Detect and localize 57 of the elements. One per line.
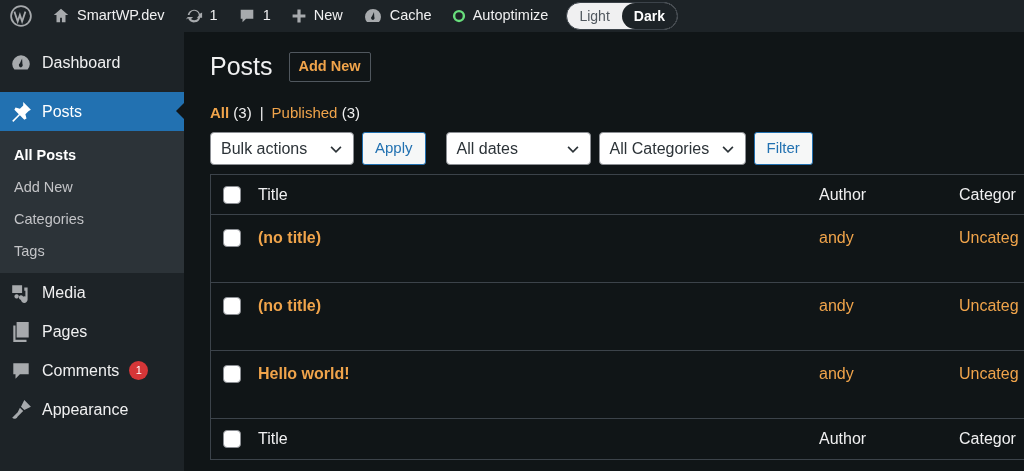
home-icon <box>52 7 70 25</box>
column-header: Title <box>258 184 288 205</box>
plus-icon <box>290 8 307 24</box>
post-title-link[interactable]: (no title) <box>258 294 322 318</box>
category-link[interactable]: Uncateg <box>959 294 1024 318</box>
theme-option[interactable]: Dark <box>621 3 677 29</box>
comments-count[interactable]: 1 <box>262 5 271 27</box>
author-link[interactable]: andy <box>819 294 959 318</box>
add-new-button[interactable]: Add New <box>288 51 371 82</box>
checkbox[interactable] <box>223 365 241 383</box>
checkbox[interactable] <box>223 430 241 448</box>
refresh-icon <box>184 7 203 25</box>
checkbox[interactable] <box>223 297 241 315</box>
column-header: Categor <box>959 184 1017 205</box>
author-link[interactable]: andy <box>819 362 959 386</box>
column-header: Categor <box>959 429 1017 449</box>
filter-button[interactable]: Filter <box>753 132 813 165</box>
checkbox[interactable] <box>223 229 241 247</box>
filter-link[interactable]: Published (3) <box>271 101 360 124</box>
new-link[interactable]: New <box>313 5 343 27</box>
column-header: Author <box>819 429 868 449</box>
dropdown-field[interactable]: Bulk actions <box>210 132 354 165</box>
column-header: Author <box>819 184 868 205</box>
checkbox[interactable] <box>223 185 241 204</box>
apply-button[interactable]: Apply <box>362 132 426 165</box>
brush-icon <box>10 398 32 421</box>
filter-link[interactable]: All (3) <box>210 101 252 124</box>
pin-icon <box>10 100 32 123</box>
sidebar-item[interactable]: Pages <box>0 312 184 351</box>
sidebar-item[interactable]: Appearance <box>0 390 184 429</box>
autoptimize-link[interactable]: Autoptimize <box>472 5 549 27</box>
updates-count[interactable]: 1 <box>209 5 218 27</box>
submenu-item[interactable]: Add New <box>0 171 184 203</box>
site-link[interactable]: SmartWP.dev <box>77 5 165 27</box>
dropdown-field[interactable]: All Categories <box>598 132 746 165</box>
dropdown-field[interactable]: All dates <box>445 132 591 165</box>
status-ring-icon <box>451 9 466 23</box>
category-link[interactable]: Uncateg <box>959 226 1024 250</box>
column-header: Title <box>258 429 288 449</box>
submenu-item[interactable]: Tags <box>0 235 184 267</box>
author-link[interactable]: andy <box>819 226 959 250</box>
sidebar-item[interactable]: Dashboard <box>0 43 184 82</box>
theme-option[interactable]: Light <box>567 3 622 29</box>
count-badge: 1 <box>129 361 149 380</box>
post-title-link[interactable]: (no title) <box>258 226 322 250</box>
pages-icon <box>10 320 32 343</box>
filter-separator: | <box>259 102 264 123</box>
post-title-link[interactable]: Hello world! <box>258 362 350 386</box>
submenu-item[interactable]: All Posts <box>0 139 184 171</box>
cache-link[interactable]: Cache <box>389 5 432 27</box>
page-title: Posts <box>210 51 273 82</box>
sidebar-item[interactable]: Posts <box>0 92 184 131</box>
logo-icon <box>10 5 32 27</box>
submenu-item[interactable]: Categories <box>0 203 184 235</box>
category-link[interactable]: Uncateg <box>959 362 1024 386</box>
sidebar-item[interactable]: Media <box>0 273 184 312</box>
sidebar-item[interactable]: Comments 1 <box>0 351 184 390</box>
